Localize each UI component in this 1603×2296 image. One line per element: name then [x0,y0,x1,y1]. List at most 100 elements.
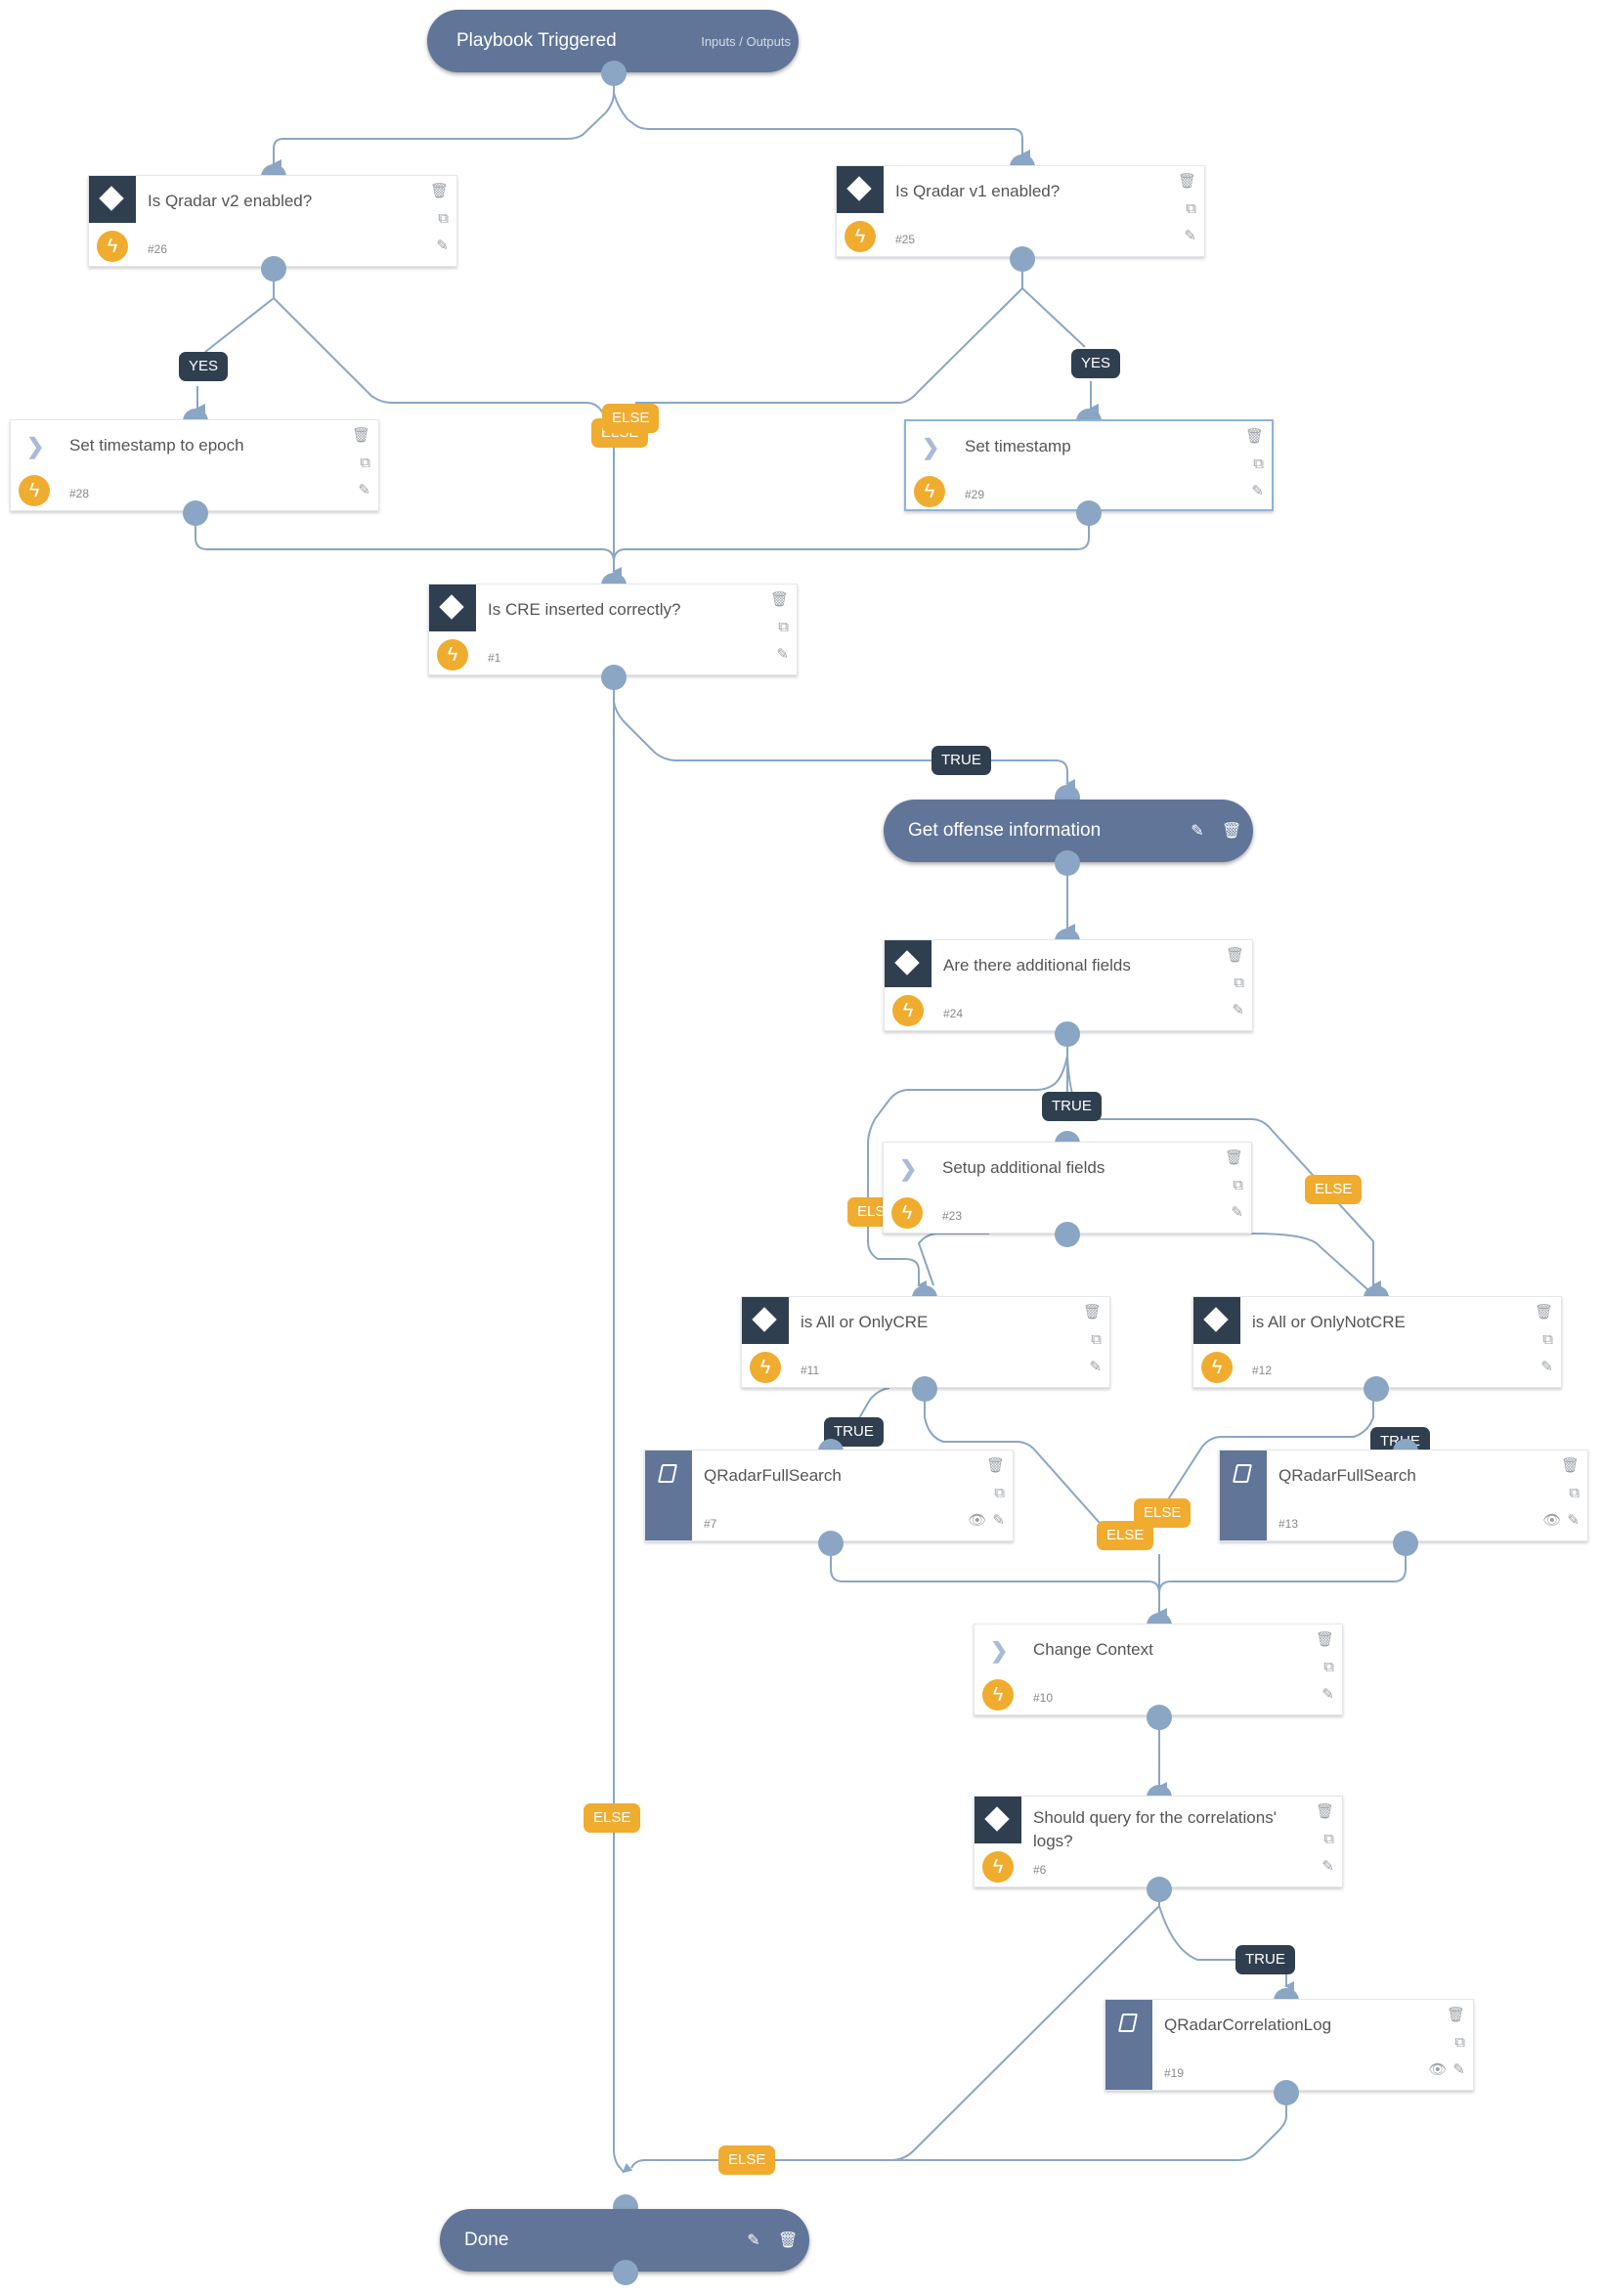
trash-icon[interactable]: 🗑 [770,592,789,608]
task-name: Setup additional fields [942,1158,1105,1177]
edge-25-yes [1021,269,1086,348]
port-out-10[interactable] [1147,1705,1172,1730]
copy-icon[interactable]: ⧉ [438,211,449,227]
port-out-1[interactable] [601,665,627,690]
edit-icon[interactable]: ✎ [1321,1859,1334,1875]
edge-13-to-10 [1158,1549,1407,1594]
trash-icon[interactable]: 🗑 [1316,1804,1334,1820]
automation-bolt-icon: ϟ [982,1679,1014,1711]
edge-label-else: ELSE [1305,1175,1363,1204]
edge-7-to-10 [830,1549,1167,1618]
port-out-19[interactable] [1274,2080,1299,2105]
trash-icon[interactable]: 🗑 [1245,429,1264,445]
task-node-24[interactable]: ϟ Are there additional fields #24 🗑 ⧉ ✎ [884,939,1253,1031]
port-out-get-offense[interactable] [1055,850,1080,876]
copy-icon[interactable]: ⧉ [1253,456,1264,472]
trash-icon[interactable]: 🗑 [1083,1305,1102,1321]
eye-icon[interactable]: 👁 [1542,1513,1561,1529]
port-out-25[interactable] [1010,246,1035,272]
trash-icon[interactable]: 🗑 [1178,174,1196,190]
edit-icon[interactable]: ✎ [436,238,449,254]
port-out-12[interactable] [1364,1376,1389,1402]
copy-icon[interactable]: ⧉ [1323,1660,1334,1675]
copy-icon[interactable]: ⧉ [1234,975,1244,991]
copy-icon[interactable]: ⧉ [1323,1832,1334,1847]
port-out-done[interactable] [613,2260,638,2285]
edit-icon[interactable]: ✎ [992,1513,1005,1529]
task-node-11[interactable]: ϟ is All or OnlyCRE #11 🗑 ⧉ ✎ [741,1296,1110,1388]
trash-icon[interactable]: 🗑 [778,2231,798,2250]
copy-icon[interactable]: ⧉ [994,1486,1005,1501]
port-out-26[interactable] [261,256,286,282]
edge-label-true: TRUE [931,746,991,775]
trash-icon[interactable]: 🗑 [430,184,449,199]
task-name: is All or OnlyNotCRE [1252,1313,1406,1331]
trash-icon[interactable]: 🗑 [1316,1632,1334,1648]
port-out-29[interactable] [1076,500,1102,526]
copy-icon[interactable]: ⧉ [1233,1178,1243,1193]
port-out-13[interactable] [1393,1531,1418,1556]
edge-19-to-done [880,2095,1287,2161]
port-out-11[interactable] [912,1376,937,1402]
task-node-6[interactable]: ϟ Should query for the correlations' log… [974,1796,1343,1887]
subplaybook-node-13[interactable]: QRadarFullSearch #13 🗑 ⧉ 👁 ✎ [1219,1450,1588,1541]
edge-label-yes: YES [179,352,229,381]
copy-icon[interactable]: ⧉ [778,620,789,635]
port-out-24[interactable] [1055,1021,1080,1047]
edge-26-else [273,297,605,416]
task-number: #6 [1033,1863,1047,1877]
edit-icon[interactable]: ✎ [1184,229,1196,244]
automation-bolt-icon: ϟ [750,1352,781,1383]
chevron-right-icon: ❯ [899,1156,918,1181]
edit-icon[interactable]: ✎ [358,483,370,498]
edit-icon[interactable]: ✎ [1321,1687,1334,1703]
copy-icon[interactable]: ⧉ [1569,1486,1580,1501]
port-out-28[interactable] [183,500,208,526]
inputs-outputs-link[interactable]: Inputs / Outputs [701,34,791,49]
copy-icon[interactable]: ⧉ [1091,1332,1102,1348]
edit-icon[interactable]: ✎ [1251,484,1264,499]
task-node-23[interactable]: ❯ ϟ Setup additional fields #23 🗑 ⧉ ✎ [883,1142,1252,1234]
trash-icon[interactable]: 🗑 [1226,948,1244,964]
start-output-port[interactable] [601,61,627,86]
task-number: #12 [1252,1364,1273,1377]
trash-icon[interactable]: 🗑 [1535,1305,1553,1321]
subplaybook-node-7[interactable]: QRadarFullSearch #7 🗑 ⧉ 👁 ✎ [644,1450,1014,1541]
eye-icon[interactable]: 👁 [1428,2062,1447,2078]
edit-icon[interactable]: ✎ [1567,1513,1580,1529]
port-out-23[interactable] [1055,1222,1080,1247]
edit-icon[interactable]: ✎ [1452,2062,1465,2078]
task-node-25[interactable]: ϟ Is Qradar v1 enabled? #25 🗑 ⧉ ✎ [836,165,1205,257]
task-node-26[interactable]: ϟ Is Qradar v2 enabled? #26 🗑 ⧉ ✎ [88,175,457,267]
port-out-7[interactable] [818,1531,844,1556]
edit-icon[interactable]: ✎ [1191,821,1204,841]
task-name: Is Qradar v1 enabled? [895,182,1061,200]
trash-icon[interactable]: 🗑 [1225,1150,1243,1166]
subplaybook-node-19[interactable]: QRadarCorrelationLog #19 🗑 ⧉ 👁 ✎ [1105,1999,1474,2091]
copy-icon[interactable]: ⧉ [1542,1332,1553,1348]
edit-icon[interactable]: ✎ [1089,1360,1102,1375]
task-name: Should query for the correlations' logs? [1033,1808,1277,1850]
edit-icon[interactable]: ✎ [1540,1360,1553,1375]
task-node-10[interactable]: ❯ ϟ Change Context #10 🗑 ⧉ ✎ [974,1624,1343,1715]
task-node-28[interactable]: ❯ ϟ Set timestamp to epoch #28 🗑 ⧉ ✎ [10,419,379,511]
copy-icon[interactable]: ⧉ [1186,201,1196,217]
edge-label-else: ELSE [1097,1521,1154,1550]
task-name: Set timestamp [965,437,1071,455]
task-node-12[interactable]: ϟ is All or OnlyNotCRE #12 🗑 ⧉ ✎ [1192,1296,1562,1388]
trash-icon[interactable]: 🗑 [1561,1458,1580,1474]
trash-icon[interactable]: 🗑 [352,428,370,444]
task-node-29[interactable]: ❯ ϟ Set timestamp #29 🗑 ⧉ ✎ [904,419,1274,511]
trash-icon[interactable]: 🗑 [1447,2008,1465,2023]
edit-icon[interactable]: ✎ [747,2231,760,2250]
copy-icon[interactable]: ⧉ [360,455,370,471]
trash-icon[interactable]: 🗑 [986,1458,1005,1474]
eye-icon[interactable]: 👁 [968,1513,986,1529]
task-node-1[interactable]: ϟ Is CRE inserted correctly? #1 🗑 ⧉ ✎ [428,584,798,675]
edit-icon[interactable]: ✎ [1232,1003,1244,1018]
edit-icon[interactable]: ✎ [776,647,789,663]
copy-icon[interactable]: ⧉ [1454,2035,1465,2051]
port-out-6[interactable] [1147,1877,1172,1902]
edit-icon[interactable]: ✎ [1231,1205,1243,1221]
trash-icon[interactable]: 🗑 [1222,821,1241,841]
